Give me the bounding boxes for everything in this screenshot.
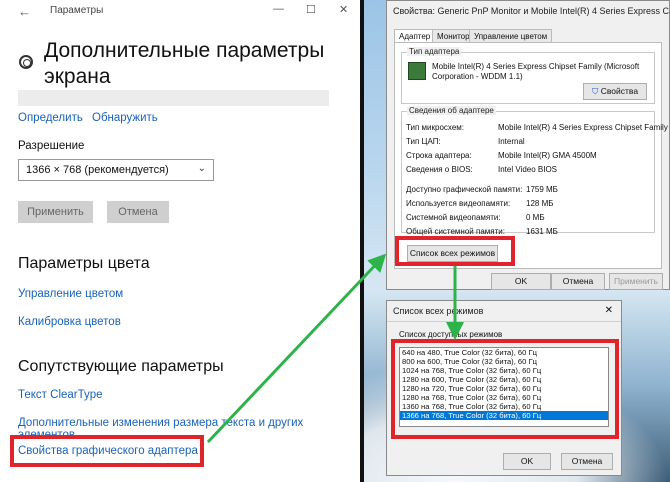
arrow-to-modes-button [206, 253, 387, 444]
annotation-arrows [206, 253, 464, 444]
